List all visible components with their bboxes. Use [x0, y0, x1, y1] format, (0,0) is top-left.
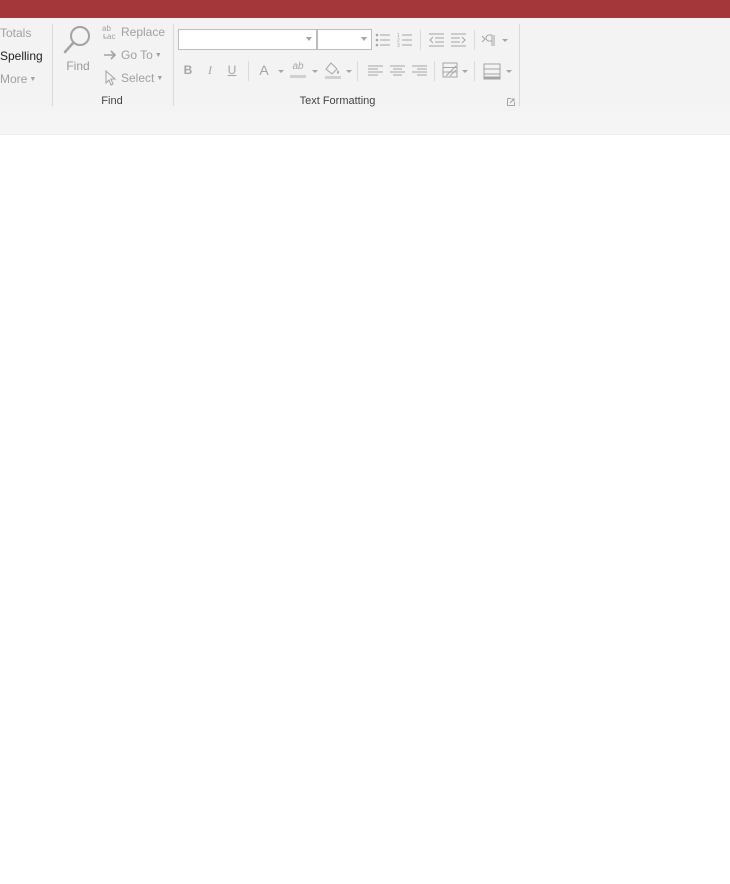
chevron-down-icon [361, 37, 367, 41]
replace-label: Replace [121, 25, 166, 39]
title-bar [0, 0, 730, 18]
font-color-label: A [259, 62, 269, 78]
underline-button[interactable]: U [223, 61, 241, 79]
caret-down-icon: ▼ [29, 76, 37, 84]
find-label: Find [66, 59, 90, 73]
toolbar-separator [474, 30, 475, 50]
group-separator [519, 24, 520, 106]
find-button[interactable]: Find [60, 24, 96, 80]
align-right-button[interactable] [410, 62, 428, 80]
gridlines-button[interactable] [482, 61, 502, 81]
background-color-button[interactable] [323, 60, 343, 80]
decrease-indent-button[interactable] [427, 31, 445, 49]
workspace-area [0, 135, 730, 884]
toolbar-separator [434, 61, 435, 81]
document-tab-bar [0, 111, 730, 135]
align-center-icon [389, 65, 405, 76]
toolbar-separator [357, 61, 358, 81]
bullets-icon [375, 33, 390, 47]
increase-indent-icon [450, 33, 466, 47]
toolbar-separator [474, 61, 475, 81]
text-formatting-group-label: Text Formatting [299, 95, 376, 107]
more-label: More [0, 72, 28, 86]
group-separator [52, 24, 53, 106]
svg-text:3: 3 [397, 43, 400, 48]
highlight-swatch [290, 75, 306, 78]
bold-button[interactable]: B [179, 61, 197, 79]
group-separator [173, 24, 174, 106]
numbering-button[interactable]: 1 2 3 [396, 31, 414, 49]
align-center-button[interactable] [388, 62, 406, 80]
replace-icon: ab ac [102, 24, 115, 40]
goto-button[interactable]: Go To ▼ [102, 46, 162, 64]
svg-text:ac: ac [107, 32, 115, 40]
alternate-row-color-icon [442, 62, 458, 78]
spelling-button[interactable]: Spelling [0, 49, 43, 63]
align-right-icon [411, 65, 427, 76]
font-color-button[interactable]: A [255, 61, 273, 79]
font-size-combo[interactable] [317, 29, 372, 50]
totals-label: Totals [0, 26, 32, 40]
align-left-icon [367, 65, 383, 76]
gridlines-icon [483, 63, 501, 79]
replace-button[interactable]: ab ac Replace [102, 23, 165, 41]
caret-down-icon [462, 70, 468, 73]
more-button[interactable]: More ▼ [0, 72, 36, 86]
highlight-label: ab [292, 61, 304, 72]
paragraph-direction-icon [481, 34, 495, 46]
italic-label: I [208, 62, 212, 77]
caret-down-icon [502, 39, 508, 42]
totals-button[interactable]: Totals [0, 26, 31, 40]
paragraph-direction-button[interactable] [481, 31, 497, 49]
toolbar-separator [420, 30, 421, 50]
caret-down-icon [346, 70, 352, 73]
find-group-label: Find [101, 95, 123, 107]
italic-button[interactable]: I [201, 61, 219, 79]
increase-indent-button[interactable] [449, 31, 467, 49]
toolbar-separator [248, 61, 249, 81]
caret-down-icon [312, 70, 318, 73]
arrow-right-icon [104, 50, 117, 60]
bold-label: B [183, 63, 193, 77]
caret-down-icon [506, 70, 512, 73]
select-button[interactable]: Select ▼ [102, 69, 163, 87]
caret-down-icon: ▼ [156, 74, 164, 82]
alternate-row-color-button[interactable] [441, 61, 459, 79]
select-label: Select [121, 71, 155, 85]
ribbon: Totals Spelling More ▼ Find ab ac Replace… [0, 18, 730, 112]
chevron-down-icon [306, 37, 312, 41]
underline-label: U [227, 63, 237, 77]
highlight-button[interactable]: ab [288, 60, 308, 80]
align-left-button[interactable] [366, 62, 384, 80]
numbering-icon: 1 2 3 [397, 33, 412, 48]
dialog-launcher-icon[interactable] [507, 98, 515, 106]
bullets-button[interactable] [374, 31, 392, 49]
goto-label: Go To [121, 48, 153, 62]
pointer-icon [105, 70, 117, 86]
font-name-combo[interactable] [178, 29, 317, 50]
decrease-indent-icon [428, 33, 444, 47]
magnifier-icon [63, 26, 90, 54]
caret-down-icon: ▼ [154, 51, 162, 59]
background-color-icon [325, 62, 341, 79]
spelling-label: Spelling [0, 49, 43, 63]
caret-down-icon [278, 70, 284, 73]
